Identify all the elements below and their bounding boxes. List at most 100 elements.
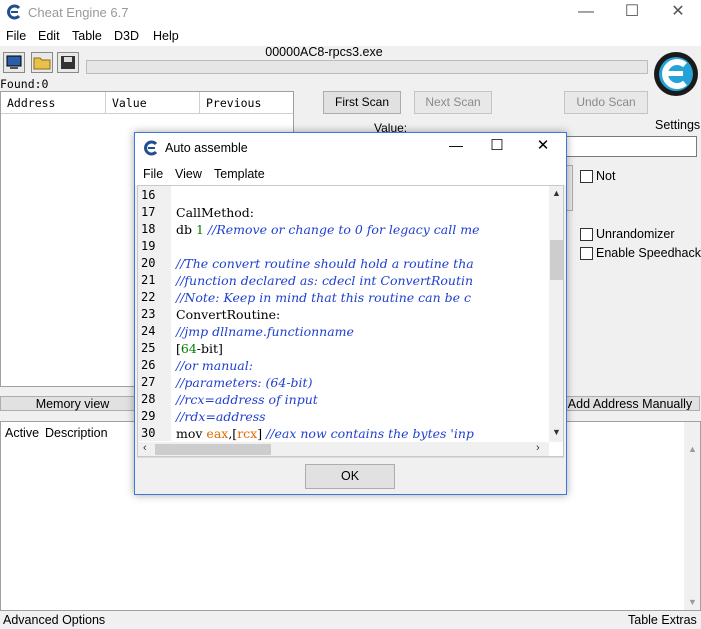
editor-horizontal-scrollbar[interactable]: ‹ › (138, 442, 549, 456)
code-line: 19 (138, 239, 549, 256)
process-label: 00000AC8-rpcs3.exe (265, 45, 383, 59)
code-line: 30 mov eax,[rcx] //eax now contains the b… (138, 426, 549, 443)
dialog-minimize-button[interactable]: — (441, 137, 471, 153)
line-number: 17 (141, 205, 156, 219)
code-text: //Note: Keep in mind that this routine c… (176, 290, 471, 305)
scroll-right-icon[interactable]: › (536, 442, 540, 454)
ok-button[interactable]: OK (305, 464, 395, 489)
line-number: 24 (141, 324, 156, 338)
code-token: //Remove or change to 0 for legacy call … (203, 222, 480, 237)
scroll-down-icon[interactable]: ▼ (552, 427, 561, 437)
not-checkbox[interactable] (580, 170, 593, 183)
code-token: eax (206, 426, 229, 441)
line-number: 23 (141, 307, 156, 321)
code-line: 28 //rcx=address of input (138, 392, 549, 409)
column-address[interactable]: Address (1, 92, 106, 114)
line-number: 28 (141, 392, 156, 406)
line-number: 30 (141, 426, 156, 440)
code-editor[interactable]: 16 17 CallMethod: 18 db 1 //Remove or change… (137, 185, 564, 457)
minimize-button[interactable]: — (563, 0, 609, 26)
title-bar: Cheat Engine 6.7 — ☐ ✕ (0, 0, 701, 26)
dialog-footer: OK (137, 457, 564, 493)
code-line: 24 //jmp dllname.functionname (138, 324, 549, 341)
dialog-menu-bar: File View Template (135, 163, 566, 185)
maximize-button[interactable]: ☐ (609, 0, 655, 26)
editor-vertical-scroll-thumb[interactable] (550, 240, 563, 280)
code-line: 29 //rdx=address (138, 409, 549, 426)
code-text: //rdx=address (176, 409, 266, 424)
cheat-engine-logo-icon (654, 52, 698, 96)
code-line: 20 //The convert routine should hold a ro… (138, 256, 549, 273)
column-description[interactable]: Description (45, 426, 108, 440)
code-text: //parameters: (64-bit) (176, 375, 312, 390)
code-text: //rcx=address of input (176, 392, 318, 407)
code-token: //parameters: (64-bit) (176, 375, 313, 390)
speedhack-checkbox[interactable] (580, 247, 593, 260)
speedhack-label: Enable Speedhack (596, 246, 701, 260)
code-line: 17 CallMethod: (138, 205, 549, 222)
not-label: Not (596, 169, 616, 183)
editor-horizontal-scroll-thumb[interactable] (155, 444, 271, 455)
line-number: 20 (141, 256, 156, 270)
code-line: 22 //Note: Keep in mind that this routine… (138, 290, 549, 307)
next-scan-button[interactable]: Next Scan (414, 91, 492, 114)
code-line: 16 (138, 188, 549, 205)
code-token: rcx (237, 426, 258, 441)
menu-file[interactable]: File (6, 29, 26, 43)
code-token: 64 (180, 341, 197, 356)
dialog-menu-template[interactable]: Template (214, 167, 265, 181)
value-input[interactable] (560, 136, 697, 157)
table-extras-button[interactable]: Table Extras (628, 613, 697, 627)
scroll-left-icon[interactable]: ‹ (143, 442, 147, 454)
code-text: //function declared as: cdecl int Conver… (176, 273, 473, 288)
scan-progress-bar (86, 60, 648, 74)
menu-edit[interactable]: Edit (38, 29, 60, 43)
code-token: //jmp dllname.functionname (176, 324, 354, 339)
code-text: //jmp dllname.functionname (176, 324, 354, 339)
unrandomizer-checkbox[interactable] (580, 228, 593, 241)
scroll-up-icon[interactable]: ▲ (552, 188, 561, 198)
menu-d3d[interactable]: D3D (114, 29, 139, 43)
column-active[interactable]: Active (5, 426, 39, 440)
undo-scan-button[interactable]: Undo Scan (564, 91, 648, 114)
code-token: ] (257, 426, 267, 441)
first-scan-button[interactable]: First Scan (323, 91, 401, 114)
code-token: //or manual: (176, 358, 253, 373)
dialog-menu-view[interactable]: View (175, 167, 202, 181)
dialog-title: Auto assemble (165, 141, 248, 155)
advanced-options-button[interactable]: Advanced Options (3, 613, 105, 627)
code-text: mov eax,[rcx] //eax now contains the byt… (176, 426, 474, 441)
cheat-engine-logo[interactable] (652, 46, 700, 118)
close-button[interactable]: ✕ (655, 0, 701, 26)
column-previous[interactable]: Previous (200, 92, 293, 114)
scroll-down-icon[interactable]: ▼ (688, 597, 697, 607)
window-title: Cheat Engine 6.7 (28, 5, 129, 20)
dialog-close-button[interactable]: ✕ (528, 136, 558, 154)
address-list-scrollbar[interactable]: ▲ ▼ (684, 422, 700, 610)
unrandomizer-label: Unrandomizer (596, 227, 675, 241)
code-token: //rcx=address of input (176, 392, 318, 407)
menu-help[interactable]: Help (153, 29, 179, 43)
line-number: 26 (141, 358, 156, 372)
code-line: 25 [64-bit] (138, 341, 549, 358)
code-text: CallMethod: (176, 205, 254, 220)
code-token: //rdx=address (176, 409, 266, 424)
code-token: //The convert routine should hold a rout… (176, 256, 474, 271)
add-address-manually-button[interactable]: Add Address Manually (560, 396, 700, 411)
column-value[interactable]: Value (106, 92, 200, 114)
dialog-maximize-button[interactable]: ☐ (482, 136, 512, 154)
memory-view-button[interactable]: Memory view (0, 396, 145, 411)
line-number: 19 (141, 239, 156, 253)
code-line: 26 //or manual: (138, 358, 549, 375)
code-line: 23 ConvertRoutine: (138, 307, 549, 324)
settings-label[interactable]: Settings (655, 118, 700, 132)
dialog-menu-file[interactable]: File (143, 167, 163, 181)
menu-table[interactable]: Table (72, 29, 102, 43)
editor-vertical-scrollbar[interactable]: ▲ ▼ (549, 186, 563, 442)
code-line: 18 db 1 //Remove or change to 0 for legac… (138, 222, 549, 239)
scroll-up-icon[interactable]: ▲ (688, 444, 697, 454)
auto-assemble-dialog: Auto assemble — ☐ ✕ File View Template 1… (134, 132, 567, 495)
cheat-engine-dialog-icon (143, 140, 159, 156)
code-token: CallMethod: (176, 205, 255, 220)
code-lines: 16 17 CallMethod: 18 db 1 //Remove or change… (138, 186, 549, 442)
